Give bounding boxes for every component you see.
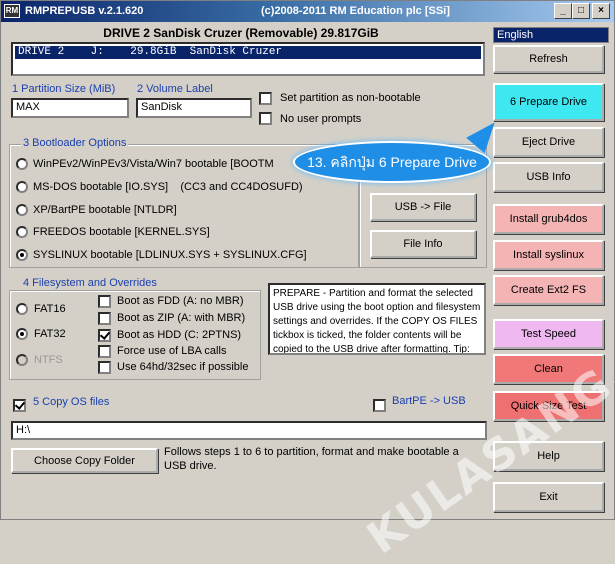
test-speed-button[interactable]: Test Speed	[493, 319, 604, 349]
install-syslinux-button[interactable]: Install syslinux	[493, 240, 604, 270]
boot-hdd-label: Boot as HDD (C: 2PTNS)	[117, 329, 242, 341]
non-bootable-checkbox[interactable]	[259, 92, 272, 105]
copy-os-files-label: 5 Copy OS files	[33, 396, 110, 408]
quick-size-test-label: Quick Size Test	[510, 400, 587, 412]
copy-folder-path-input[interactable]: H:\	[11, 421, 487, 440]
maximize-button[interactable]: □	[572, 3, 590, 19]
no-prompts-checkbox[interactable]	[259, 112, 272, 125]
clean-button[interactable]: Clean	[493, 354, 604, 384]
app-icon: RM	[4, 4, 20, 18]
bootloader-radio-msdos[interactable]	[16, 181, 28, 193]
choose-copy-folder-button[interactable]: Choose Copy Folder	[11, 448, 158, 473]
bartpe-label: BartPE -> USB	[392, 395, 466, 407]
bootloader-label-msdos: MS-DOS bootable [IO.SYS] (CC3 and CC4DOS…	[33, 181, 303, 193]
non-bootable-label: Set partition as non-bootable	[280, 92, 421, 104]
no-prompts-label: No user prompts	[280, 113, 362, 125]
drive-list-item[interactable]: DRIVE 2 J: 29.8GiB SanDisk Cruzer	[15, 46, 481, 59]
test-speed-label: Test Speed	[520, 328, 577, 340]
volume-label-label: 2 Volume Label	[137, 83, 213, 95]
boot-zip-label: Boot as ZIP (A: with MBR)	[117, 312, 246, 324]
create-ext2-label: Create Ext2 FS	[510, 284, 587, 296]
help-button[interactable]: Help	[493, 441, 604, 471]
help-label: Help	[537, 450, 560, 462]
quick-size-test-button[interactable]: Quick Size Test	[493, 391, 604, 421]
drive-title: DRIVE 2 SanDisk Cruzer (Removable) 29.81…	[103, 26, 379, 40]
install-grub4dos-label: Install grub4dos	[509, 213, 588, 225]
fat32-label: FAT32	[34, 328, 66, 340]
volume-label-input[interactable]: SanDisk	[136, 98, 252, 118]
copy-os-files-checkbox[interactable]	[13, 399, 26, 412]
exit-button[interactable]: Exit	[493, 482, 604, 512]
bootloader-radio-xp[interactable]	[16, 204, 28, 216]
window-title: RMPREPUSB v.2.1.620	[25, 5, 144, 17]
install-syslinux-label: Install syslinux	[513, 249, 584, 261]
bootloader-radio-freedos[interactable]	[16, 226, 28, 238]
prepare-drive-button[interactable]: 6 Prepare Drive	[493, 83, 604, 121]
file-info-label: File Info	[403, 238, 443, 250]
boot-hdd-checkbox[interactable]	[98, 329, 111, 342]
exit-label: Exit	[539, 491, 558, 503]
install-grub4dos-button[interactable]: Install grub4dos	[493, 204, 604, 234]
title-bar: RM RMPREPUSB v.2.1.620 (c)2008-2011 RM E…	[1, 1, 614, 22]
bootloader-label-winpe: WinPEv2/WinPEv3/Vista/Win7 bootable [BOO…	[33, 158, 274, 170]
usb-to-file-button[interactable]: USB -> File	[370, 193, 476, 221]
partition-size-input[interactable]: MAX	[11, 98, 129, 118]
eject-drive-button[interactable]: Eject Drive	[493, 127, 604, 157]
force-lba-label: Force use of LBA calls	[117, 345, 227, 357]
bootloader-radio-winpe[interactable]	[16, 158, 28, 170]
bootloader-group-title: 3 Bootloader Options	[21, 137, 129, 149]
use-64hd-checkbox[interactable]	[98, 361, 111, 374]
ntfs-radio[interactable]	[16, 354, 28, 366]
help-text-box: PREPARE - Partition and format the selec…	[268, 283, 486, 355]
instruction-callout: 13. คลิกปุ่ม 6 Prepare Drive	[293, 141, 491, 183]
choose-copy-folder-label: Choose Copy Folder	[34, 454, 135, 467]
usb-to-file-label: USB -> File	[394, 201, 452, 213]
rmprepusb-window: RM RMPREPUSB v.2.1.620 (c)2008-2011 RM E…	[0, 0, 615, 564]
bootloader-label-freedos: FREEDOS bootable [KERNEL.SYS]	[33, 226, 210, 238]
fat32-radio[interactable]	[16, 328, 28, 340]
bootloader-radio-syslinux[interactable]	[16, 249, 28, 261]
refresh-label: Refresh	[529, 53, 568, 65]
fat16-radio[interactable]	[16, 303, 28, 315]
close-button[interactable]: ×	[592, 3, 610, 19]
steps-instruction-text: Follows steps 1 to 6 to partition, forma…	[164, 446, 459, 472]
eject-drive-label: Eject Drive	[521, 136, 576, 148]
file-info-button[interactable]: File Info	[370, 230, 476, 258]
ntfs-label: NTFS	[34, 354, 63, 366]
minimize-button[interactable]: _	[554, 3, 572, 19]
boot-fdd-label: Boot as FDD (A: no MBR)	[117, 295, 244, 307]
bartpe-checkbox[interactable]	[373, 399, 386, 412]
refresh-button[interactable]: Refresh	[493, 45, 604, 73]
create-ext2-button[interactable]: Create Ext2 FS	[493, 275, 604, 305]
prepare-drive-label: 6 Prepare Drive	[509, 96, 588, 108]
bootloader-label-syslinux: SYSLINUX bootable [LDLINUX.SYS + SYSLINU…	[33, 249, 307, 261]
partition-size-label: 1 Partition Size (MiB)	[12, 83, 116, 95]
use-64hd-label: Use 64hd/32sec if possible	[117, 361, 249, 373]
force-lba-checkbox[interactable]	[98, 345, 111, 358]
boot-fdd-checkbox[interactable]	[98, 295, 111, 308]
usb-info-button[interactable]: USB Info	[493, 162, 604, 192]
boot-zip-checkbox[interactable]	[98, 312, 111, 325]
usb-info-label: USB Info	[526, 171, 571, 183]
filesystem-group-title: 4 Filesystem and Overrides	[21, 277, 159, 289]
drive-list[interactable]: DRIVE 2 J: 29.8GiB SanDisk Cruzer	[11, 42, 485, 76]
fat16-label: FAT16	[34, 303, 66, 315]
language-select[interactable]: English	[493, 27, 609, 43]
bootloader-label-xp: XP/BartPE bootable [NTLDR]	[33, 204, 177, 216]
copyright-text: (c)2008-2011 RM Education plc [SSi]	[261, 5, 450, 17]
clean-label: Clean	[534, 363, 563, 375]
